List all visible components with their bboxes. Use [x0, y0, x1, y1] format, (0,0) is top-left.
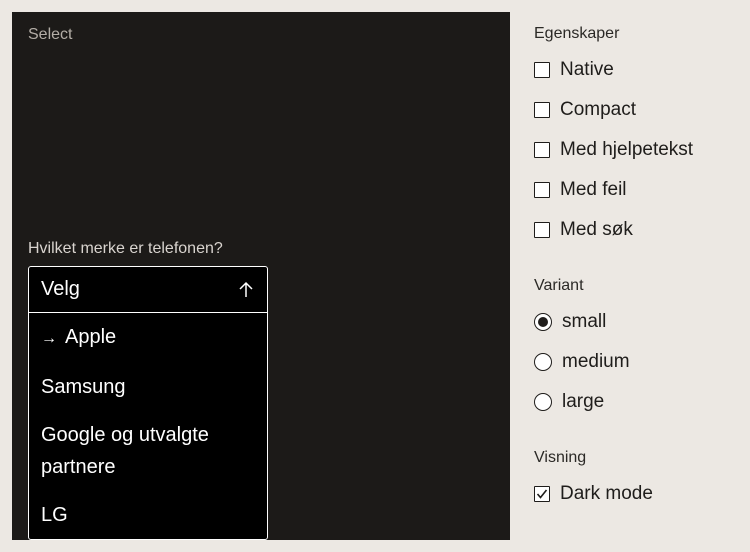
arrow-up-icon	[237, 281, 255, 299]
option-google[interactable]: Google og utvalgte partnere	[29, 411, 267, 491]
radio-button[interactable]	[534, 313, 552, 331]
checkbox-dark-mode[interactable]: Dark mode	[534, 483, 653, 505]
options-list: → Apple Samsung Google og utvalgte partne…	[29, 313, 267, 539]
checkbox-label: Med feil	[560, 179, 627, 200]
select-value: Velg	[41, 278, 80, 300]
checkbox-helptext[interactable]: Med hjelpetekst	[534, 139, 693, 161]
option-apple[interactable]: → Apple	[29, 313, 267, 363]
preview-title: Select	[28, 26, 73, 43]
option-samsung[interactable]: Samsung	[29, 363, 267, 411]
checkbox-native[interactable]: Native	[534, 59, 614, 81]
checkbox-compact[interactable]: Compact	[534, 99, 636, 121]
checkbox-error[interactable]: Med feil	[534, 179, 627, 201]
checkbox-label: Compact	[560, 99, 637, 120]
checkbox-box[interactable]	[534, 222, 550, 238]
checkbox-box[interactable]	[534, 62, 550, 78]
checkbox-box[interactable]	[534, 182, 550, 198]
radio-dot	[538, 317, 548, 327]
checkbox-label: Med hjelpetekst	[560, 139, 694, 160]
checkbox-box[interactable]	[534, 486, 550, 502]
radio-button[interactable]	[534, 353, 552, 371]
radio-label: large	[562, 391, 605, 412]
radio-button[interactable]	[534, 393, 552, 411]
preview-area: Select Hvilket merke er telefonen? Velg …	[12, 12, 510, 540]
checkbox-label: Med søk	[560, 219, 633, 240]
checkbox-label: Dark mode	[560, 483, 653, 504]
checkbox-box[interactable]	[534, 142, 550, 158]
checkbox-box[interactable]	[534, 102, 550, 118]
option-label: Apple	[65, 326, 117, 348]
checkbox-search[interactable]: Med søk	[534, 219, 633, 241]
checkmark-icon	[536, 489, 548, 499]
checkbox-label: Native	[560, 59, 614, 80]
select-label: Hvilket merke er telefonen?	[28, 240, 223, 257]
radio-label: small	[562, 311, 607, 332]
option-lg[interactable]: LG	[29, 491, 267, 539]
radio-medium[interactable]: medium	[534, 351, 630, 373]
radio-large[interactable]: large	[534, 391, 604, 413]
radio-small[interactable]: small	[534, 311, 606, 333]
option-label: Samsung	[41, 376, 126, 398]
phone-brand-select: Velg → Apple Samsung Google og utvalgte p…	[28, 266, 268, 540]
variant-heading: Variant	[534, 277, 584, 294]
option-label: Google og utvalgte partnere	[41, 424, 209, 478]
properties-heading: Egenskaper	[534, 25, 620, 42]
select-trigger[interactable]: Velg	[29, 267, 267, 313]
option-label: LG	[41, 504, 68, 526]
arrow-right-icon: →	[41, 330, 57, 347]
radio-label: medium	[562, 351, 630, 372]
display-heading: Visning	[534, 449, 587, 466]
